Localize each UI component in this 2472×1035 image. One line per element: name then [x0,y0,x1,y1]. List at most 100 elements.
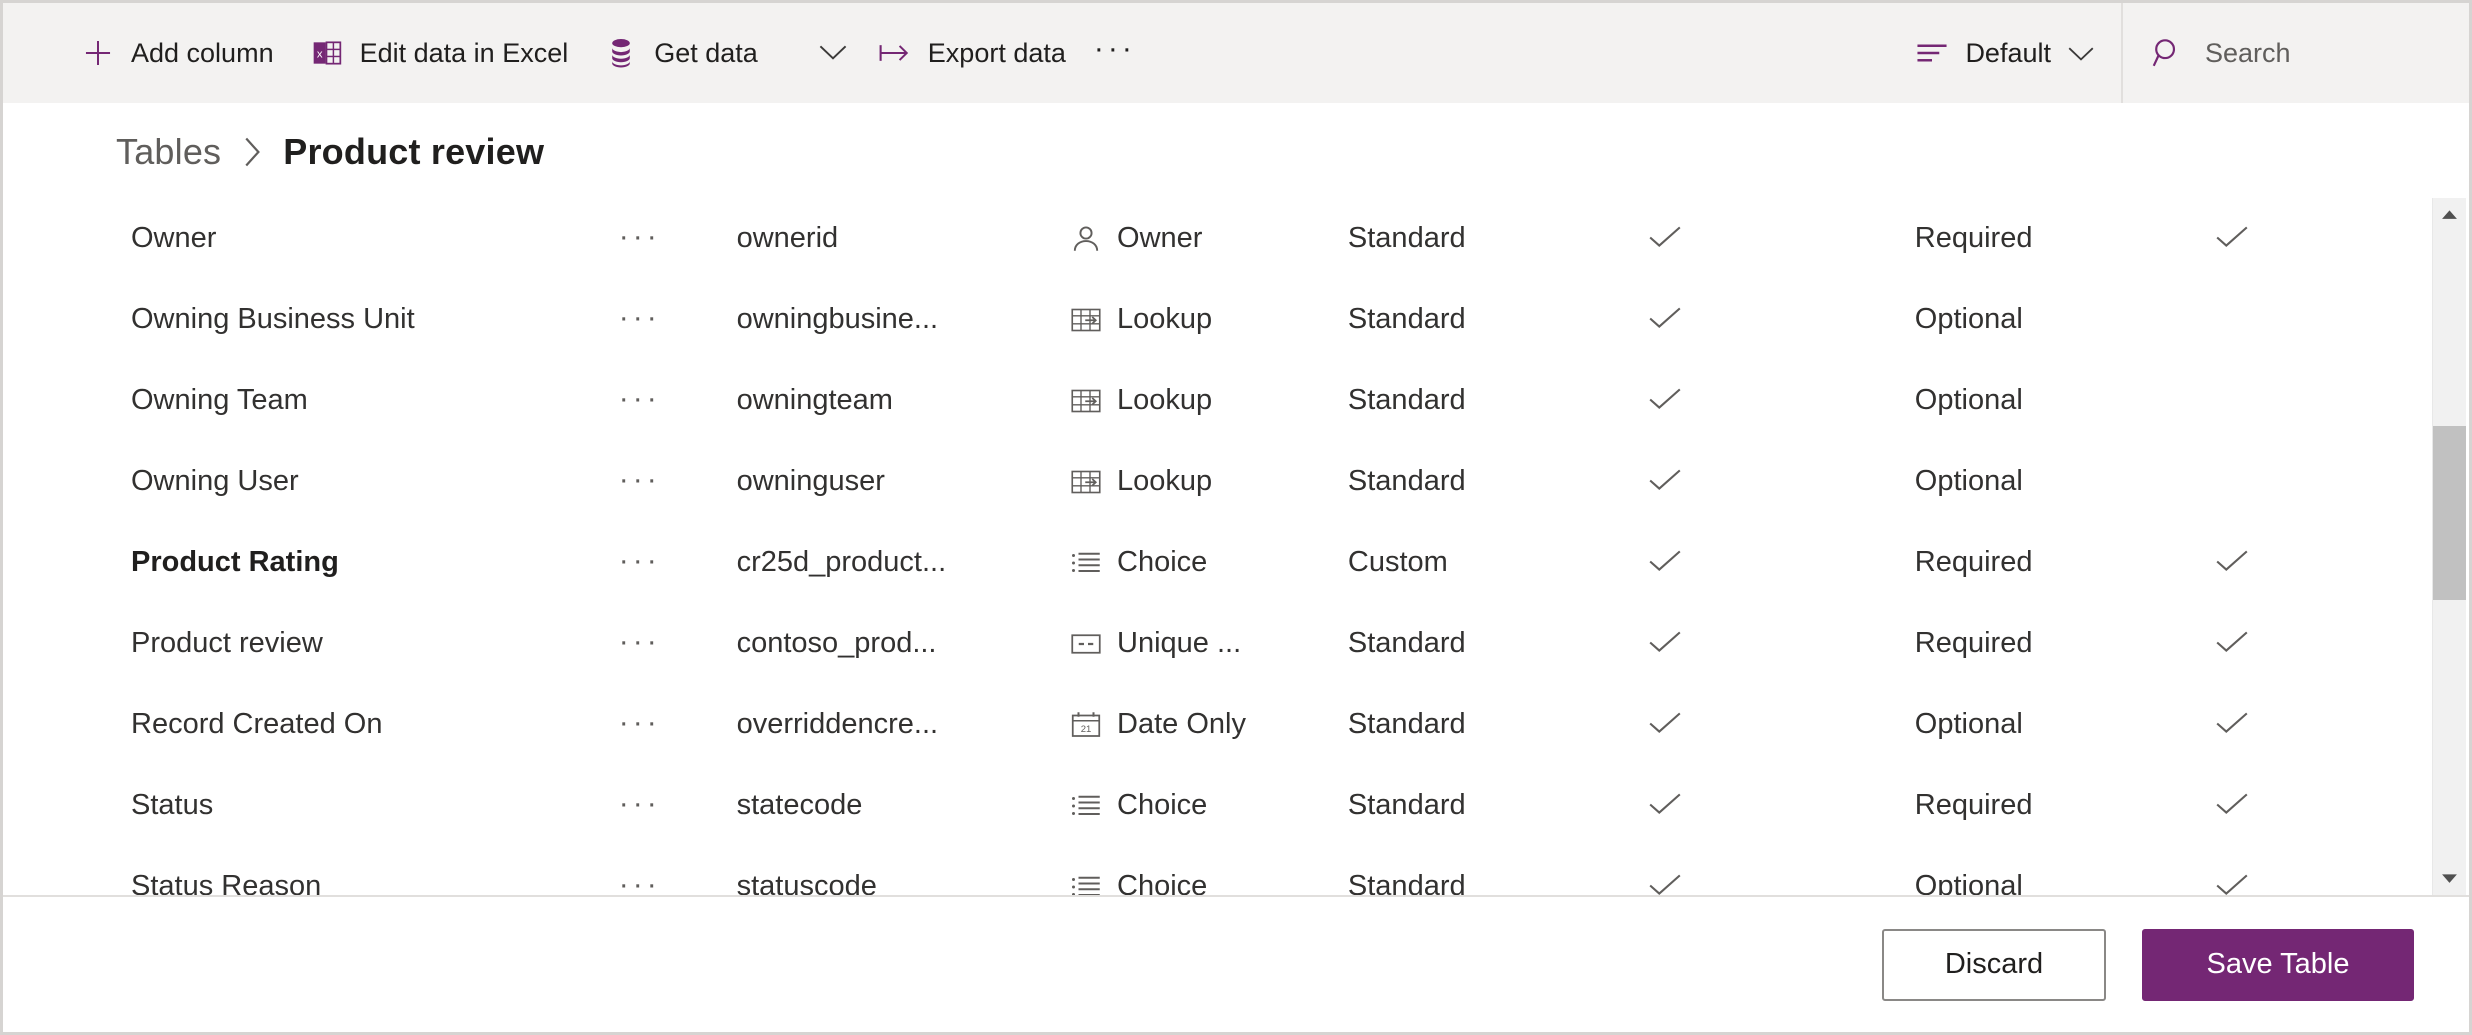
logical-name-cell: owningbusine... [737,279,1070,360]
choice-icon [1070,547,1102,579]
discard-button[interactable]: Discard [1882,928,2106,1001]
more-commands-button[interactable]: ··· [1084,3,1146,103]
row-menu-cell[interactable]: ··· [609,765,737,846]
row-menu-cell[interactable]: ··· [609,846,737,896]
logical-name: contoso_prod... [736,627,937,659]
logical-name: cr25d_product... [736,546,947,578]
search-box[interactable] [2121,3,2469,103]
data-type-cell: Lookup [1070,360,1348,441]
get-data-chevron-button[interactable] [806,3,860,103]
table-row[interactable]: Status ··· statecode Choice Standard Required [3,765,2415,846]
logical-name: overriddencre... [736,708,939,740]
calendar-icon: 21 [1070,709,1102,741]
view-list-icon [1915,36,1949,70]
data-type-label: Date Only [1117,708,1246,740]
searchable-cell [1648,522,1915,603]
logical-name-cell: ownerid [737,198,1070,279]
get-data-button[interactable]: Get data [586,3,776,103]
row-more-options-icon[interactable]: ··· [609,303,671,337]
required-check-cell [2215,441,2415,522]
row-menu-cell[interactable]: ··· [609,441,737,522]
unique-id-icon [1070,628,1102,660]
column-display-name-cell[interactable]: Product Rating [3,522,609,603]
row-menu-cell[interactable]: ··· [609,279,737,360]
column-display-name-cell[interactable]: Owning Team [3,360,609,441]
columns-grid: Owner ··· ownerid Owner Standard Required Owni… [3,198,2469,895]
row-more-options-icon[interactable]: ··· [609,789,671,823]
customization-cell: Standard [1347,627,1466,659]
chevron-down-icon [818,43,848,64]
customization-cell: Standard [1347,303,1466,335]
lookup-icon [1070,385,1102,417]
customization-cell: Standard [1347,384,1466,416]
row-menu-cell[interactable]: ··· [609,522,737,603]
table-row[interactable]: Owning Business Unit ··· owningbusine... Lo… [3,279,2415,360]
table-row[interactable]: Product review ··· contoso_prod... Unique .… [3,603,2415,684]
row-menu-cell[interactable]: ··· [609,360,737,441]
row-menu-cell[interactable]: ··· [609,603,737,684]
column-display-name: Product Rating [131,546,339,578]
row-more-options-icon[interactable]: ··· [609,222,671,256]
table-row[interactable]: Owner ··· ownerid Owner Standard Required [3,198,2415,279]
add-column-button[interactable]: Add column [63,3,292,103]
columns-table: Owner ··· ownerid Owner Standard Required Owni… [3,198,2415,895]
scrollbar-thumb[interactable] [2433,426,2466,600]
data-type-cell: Lookup [1070,441,1348,522]
table-row[interactable]: Owning User ··· owninguser Lookup Standard Op… [3,441,2415,522]
table-row[interactable]: Product Rating ··· cr25d_product... Choice C… [3,522,2415,603]
data-type-cell: Owner [1070,198,1348,279]
svg-text:x: x [316,49,322,61]
edit-data-in-excel-label: Edit data in Excel [359,37,569,68]
row-more-options-icon[interactable]: ··· [609,546,671,580]
row-menu-cell[interactable]: ··· [609,684,737,765]
data-type-label: Choice [1117,870,1208,895]
table-designer-window: Add column x Edit data in Excel Get data… [0,0,2472,1035]
check-icon [1648,544,1682,578]
column-display-name-cell[interactable]: Status Reason [3,846,609,895]
customization-cell: Standard [1347,222,1466,254]
view-selector-label: Default [1965,37,2051,68]
logical-name-cell: statuscode [737,846,1070,895]
column-display-name-cell[interactable]: Owner [3,198,609,279]
column-display-name-cell[interactable]: Record Created On [3,684,609,765]
vertical-scrollbar[interactable] [2432,198,2466,895]
row-more-options-icon[interactable]: ··· [609,465,671,499]
scroll-down-arrow-icon[interactable] [2433,862,2466,895]
check-icon [2215,787,2249,821]
view-selector-button[interactable]: Default [1889,3,2121,103]
column-display-name-cell[interactable]: Owning Business Unit [3,279,609,360]
export-data-button[interactable]: Export data [860,3,1084,103]
choice-icon [1070,790,1102,822]
table-row[interactable]: Record Created On ··· overriddencre... 21 Da… [3,684,2415,765]
command-bar: Add column x Edit data in Excel Get data… [3,3,2469,103]
data-type-cell: Choice [1070,846,1348,895]
save-table-button[interactable]: Save Table [2142,928,2414,1001]
export-icon [878,36,912,70]
table-row[interactable]: Status Reason ··· statuscode Choice Standard… [3,846,2415,895]
column-display-name-cell[interactable]: Product review [3,603,609,684]
row-more-options-icon[interactable]: ··· [609,627,671,661]
check-icon [1648,625,1682,659]
search-input[interactable] [2205,37,2441,69]
breadcrumb: Tables Product review [3,106,2469,198]
row-more-options-icon[interactable]: ··· [609,384,671,418]
row-more-options-icon[interactable]: ··· [609,708,671,742]
row-more-options-icon[interactable]: ··· [609,870,671,896]
lookup-icon [1070,304,1102,336]
check-icon [1648,220,1682,254]
breadcrumb-tables-link[interactable]: Tables [116,131,221,173]
column-display-name: Product review [131,627,323,659]
row-menu-cell[interactable]: ··· [609,198,737,279]
requirement-cell: Required [1914,789,2033,821]
check-icon [2215,868,2249,896]
logical-name: ownerid [736,222,839,254]
table-row[interactable]: Owning Team ··· owningteam Lookup Standard Op… [3,360,2415,441]
scroll-up-arrow-icon[interactable] [2433,198,2466,231]
data-type-label: Owner [1117,222,1203,254]
logical-name-cell: cr25d_product... [737,522,1070,603]
column-display-name-cell[interactable]: Owning User [3,441,609,522]
edit-data-in-excel-button[interactable]: x Edit data in Excel [292,3,587,103]
logical-name: statecode [736,789,863,821]
data-type-cell: Lookup [1070,279,1348,360]
column-display-name-cell[interactable]: Status [3,765,609,846]
